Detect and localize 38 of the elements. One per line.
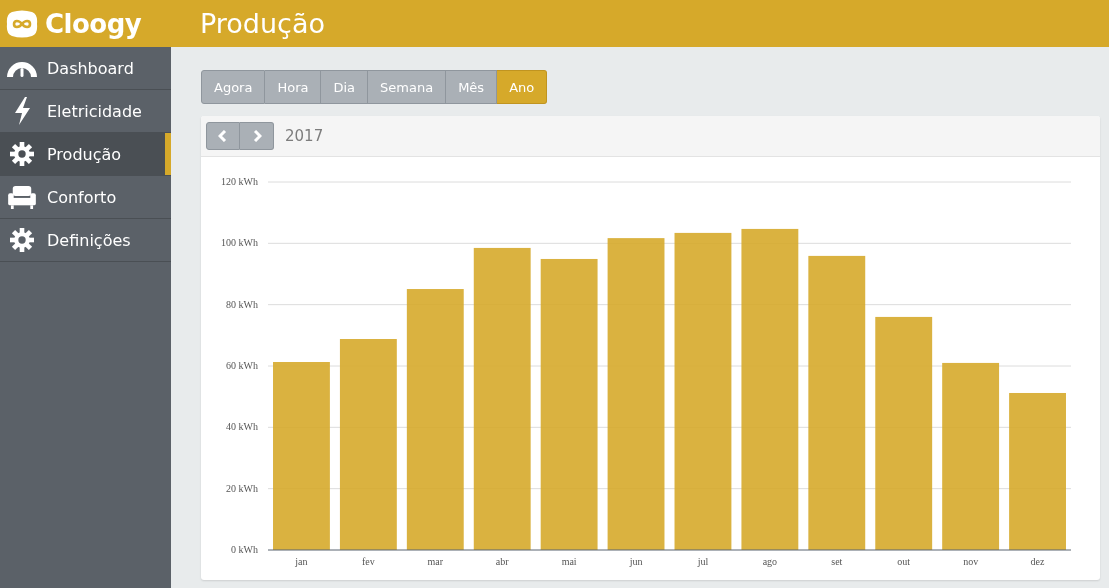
sidebar-item[interactable]: Conforto — [0, 176, 171, 219]
period-tab[interactable]: Semana — [368, 70, 447, 104]
x-tick-label: out — [897, 556, 911, 567]
x-tick-label: jun — [629, 556, 643, 567]
armchair-icon — [5, 185, 39, 209]
x-tick-label: jul — [697, 556, 709, 567]
y-tick-label: 120 kWh — [221, 176, 258, 187]
page-title: Produção — [200, 8, 325, 39]
chevron-right-icon — [251, 130, 262, 142]
y-tick-label: 80 kWh — [226, 298, 258, 310]
sidebar-item[interactable]: Definições — [0, 219, 171, 262]
x-tick-label: ago — [762, 556, 778, 567]
x-tick-label: nov — [963, 556, 979, 567]
y-tick-label: 20 kWh — [226, 482, 258, 494]
y-tick-label: 60 kWh — [226, 360, 258, 371]
x-tick-label: jan — [295, 556, 308, 567]
x-tick-label: fev — [362, 556, 375, 567]
y-tick-label: 0 kWh — [231, 544, 258, 555]
x-tick-label: dez — [1030, 556, 1045, 567]
previous-button[interactable] — [206, 122, 240, 150]
app-name: Cloogy — [45, 8, 142, 39]
sidebar-item[interactable]: Produção — [0, 133, 171, 176]
x-tick-label: mar — [427, 556, 444, 567]
next-button[interactable] — [240, 122, 274, 150]
period-tab[interactable]: Dia — [321, 70, 369, 104]
x-tick-label: set — [831, 556, 843, 567]
x-tick-label: mai — [561, 556, 577, 567]
period-tab[interactable]: Ano — [497, 70, 548, 104]
sidebar-item[interactable]: Dashboard — [0, 47, 171, 90]
period-tab[interactable]: Hora — [265, 70, 322, 104]
x-tick-label: abr — [495, 556, 509, 567]
period-tab[interactable]: Agora — [201, 70, 266, 104]
y-tick-label: 100 kWh — [221, 237, 258, 249]
period-label: 2017 — [285, 127, 324, 145]
infinity-logo-icon — [6, 9, 38, 38]
period-tab[interactable]: Mês — [446, 70, 498, 104]
chevron-left-icon — [218, 130, 228, 142]
y-tick-label: 40 kWh — [226, 421, 258, 433]
